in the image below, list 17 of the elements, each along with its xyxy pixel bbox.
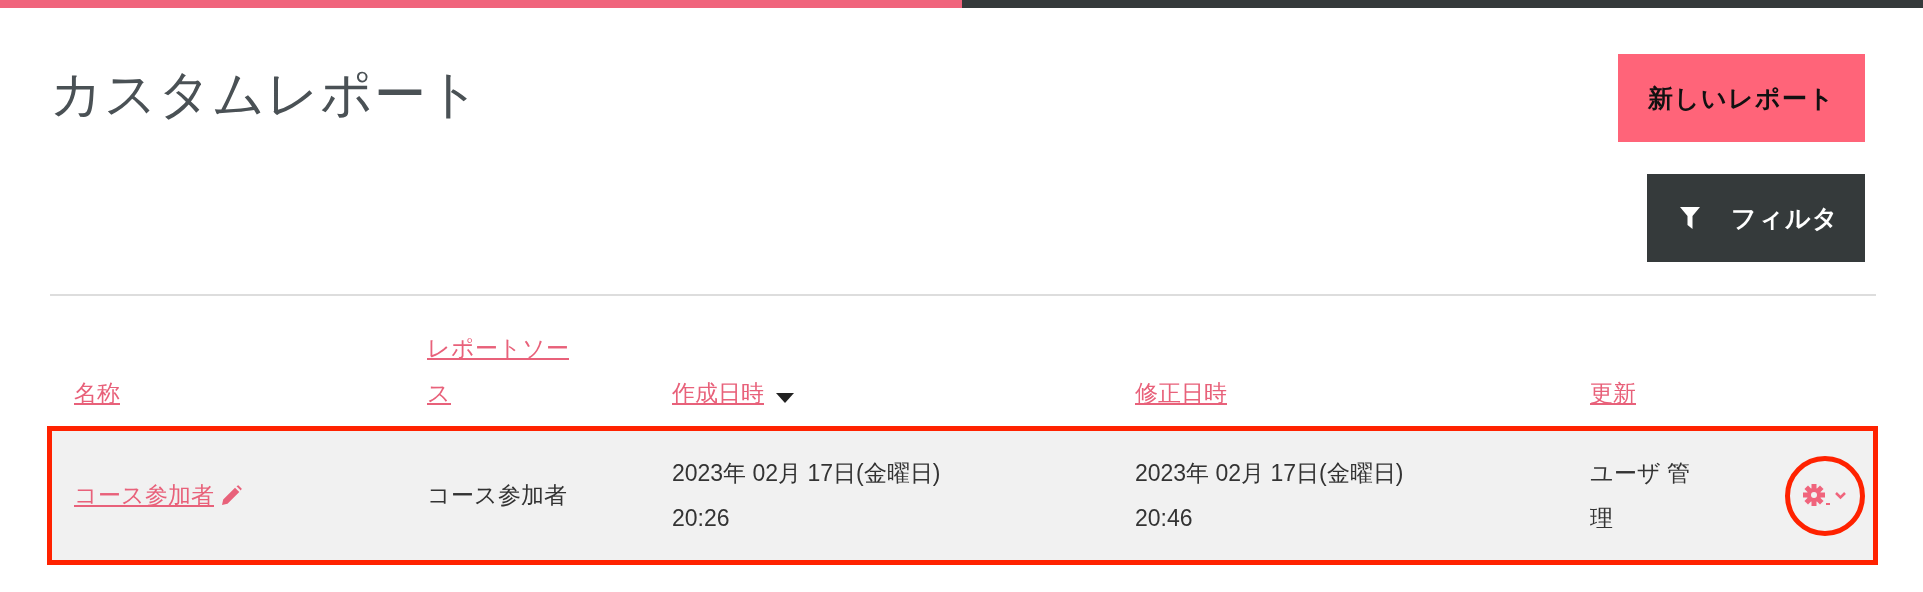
- new-report-button[interactable]: 新しいレポート: [1618, 54, 1865, 142]
- filter-button[interactable]: フィルタ: [1647, 174, 1865, 262]
- column-header-link[interactable]: 更新: [1590, 371, 1636, 416]
- page-title: カスタムレポート: [50, 64, 481, 125]
- column-header-link[interactable]: レポートソース: [427, 326, 577, 416]
- time-text: 20:26: [672, 503, 731, 533]
- report-name-link[interactable]: コース参加者: [74, 480, 214, 511]
- table-cell-text: コース参加者: [427, 481, 567, 510]
- pencil-icon[interactable]: [220, 484, 242, 507]
- column-header-link[interactable]: 名称: [74, 371, 120, 416]
- column-header-link[interactable]: 修正日時: [1135, 371, 1227, 416]
- time-text: 20:46: [1135, 503, 1194, 533]
- date-text: 2023年 02月 17日(金曜日): [1135, 458, 1404, 488]
- date-text: 2023年 02月 17日(金曜日): [672, 458, 941, 488]
- table-cell-text: ユーザ 管理: [1590, 458, 1692, 533]
- column-header-link[interactable]: 作成日時: [672, 371, 764, 416]
- filter-icon: [1679, 206, 1701, 230]
